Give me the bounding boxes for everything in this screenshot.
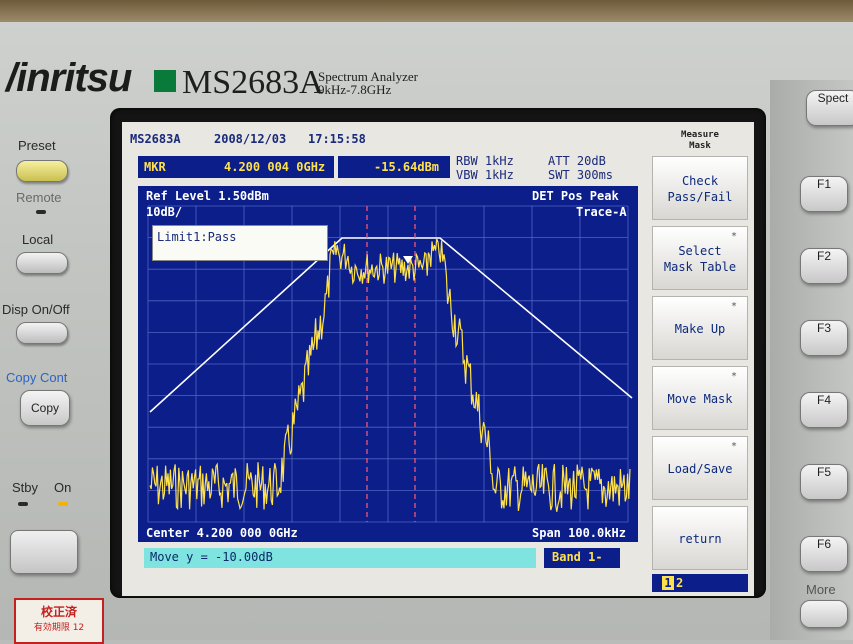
softkey-label-line1: return bbox=[678, 532, 722, 546]
limit-status-box: Limit1:Pass bbox=[152, 225, 328, 261]
att-setting: ATT 20dB bbox=[548, 154, 606, 168]
f1-key[interactable]: F1 bbox=[800, 176, 848, 212]
softkey-star: * bbox=[730, 371, 737, 382]
softkey-title-line2: Mask bbox=[689, 141, 711, 151]
stby-label: Stby bbox=[12, 480, 39, 495]
f5-key[interactable]: F5 bbox=[800, 464, 848, 500]
softkey-label-line1: Select bbox=[678, 244, 722, 258]
softkey-move-mask[interactable]: * Move Mask bbox=[652, 366, 748, 430]
disp-onoff-label: Disp On/Off bbox=[2, 302, 70, 317]
softkey-star: * bbox=[730, 231, 737, 242]
remote-led bbox=[36, 210, 46, 214]
on-label: On bbox=[54, 480, 72, 495]
more-label: More bbox=[806, 582, 836, 597]
disp-onoff-button[interactable] bbox=[16, 322, 68, 344]
center-frequency: Center 4.200 000 0GHz bbox=[146, 526, 298, 540]
f3-key[interactable]: F3 bbox=[800, 320, 848, 356]
ref-level: Ref Level 1.50dBm bbox=[146, 189, 269, 203]
brand-mark bbox=[154, 70, 176, 92]
calibration-sticker: 校正済 有効期限 12 bbox=[14, 598, 104, 644]
on-led bbox=[58, 502, 68, 506]
spectrum-trace bbox=[149, 238, 631, 512]
local-button[interactable] bbox=[16, 252, 68, 274]
detector-mode: DET Pos Peak bbox=[532, 189, 619, 203]
band-indicator: Band 1- bbox=[544, 548, 620, 568]
model-subtitle: Spectrum Analyzer 9kHz-7.8GHz bbox=[318, 70, 418, 96]
model-label: MS2683A bbox=[182, 64, 324, 101]
copy-cont-label: Copy Cont bbox=[6, 370, 68, 385]
more-key[interactable] bbox=[800, 600, 848, 628]
span-value: Span 100.0kHz bbox=[532, 526, 626, 540]
message-text: Move y = -10.00dB bbox=[150, 550, 273, 564]
preset-button[interactable] bbox=[16, 160, 68, 182]
limit-status: Limit1:Pass bbox=[157, 230, 237, 244]
local-label: Local bbox=[22, 232, 54, 247]
screen-time: 17:15:58 bbox=[308, 132, 366, 146]
marker-level: -15.64dBm bbox=[374, 160, 440, 174]
softkey-title-line1: Measure bbox=[681, 130, 719, 140]
screen-model: MS2683A bbox=[130, 132, 181, 146]
f6-key[interactable]: F6 bbox=[800, 536, 848, 572]
marker-frequency: 4.200 004 0GHz bbox=[224, 160, 326, 174]
f4-key[interactable]: F4 bbox=[800, 392, 848, 428]
sticker-line1: 校正済 bbox=[40, 605, 77, 619]
message-bar: Move y = -10.00dB bbox=[144, 548, 536, 568]
page-other: 2 bbox=[676, 576, 684, 590]
remote-label: Remote bbox=[16, 190, 62, 205]
vbw-setting: VBW 1kHz bbox=[456, 168, 514, 182]
band-text: Band 1- bbox=[552, 550, 603, 564]
softkey-label-line1: Load/Save bbox=[667, 462, 733, 476]
subtitle-line2: 9kHz-7.8GHz bbox=[318, 82, 392, 97]
trace-label: Trace-A bbox=[576, 205, 627, 219]
softkey-make-up[interactable]: * Make Up bbox=[652, 296, 748, 360]
preset-label: Preset bbox=[18, 138, 56, 153]
softkey-label-line2: Mask Table bbox=[663, 260, 737, 274]
softkey-star: * bbox=[730, 301, 737, 312]
softkey-page-indicator[interactable]: 1 2 bbox=[652, 574, 748, 592]
softkey-check-pass-fail[interactable]: Check Pass/Fail bbox=[652, 156, 748, 220]
page-current: 1 bbox=[662, 576, 674, 590]
copy-button[interactable]: Copy bbox=[20, 390, 70, 426]
softkey-star: * bbox=[730, 441, 737, 452]
screen-date: 2008/12/03 bbox=[214, 132, 287, 146]
softkey-label-line1: Move Mask bbox=[667, 392, 733, 406]
background-strip bbox=[0, 0, 853, 22]
spect-button[interactable]: Spect bbox=[806, 90, 853, 126]
power-button[interactable] bbox=[10, 530, 78, 574]
brand-logo: /inritsu bbox=[6, 56, 132, 100]
swt-setting: SWT 300ms bbox=[548, 168, 614, 182]
softkey-label-line1: Make Up bbox=[674, 322, 726, 336]
sticker-line2: 有効期限 12 bbox=[33, 623, 85, 633]
softkey-label-line1: Check bbox=[681, 174, 719, 188]
marker-label: MKR bbox=[144, 160, 166, 174]
softkey-return[interactable]: return bbox=[652, 506, 748, 570]
f2-key[interactable]: F2 bbox=[800, 248, 848, 284]
scale-div: 10dB/ bbox=[146, 205, 183, 219]
rbw-setting: RBW 1kHz bbox=[456, 154, 514, 168]
softkey-menu-title: Measure Mask bbox=[650, 126, 750, 154]
softkey-label-line2: Pass/Fail bbox=[667, 190, 733, 204]
softkey-load-save[interactable]: * Load/Save bbox=[652, 436, 748, 500]
softkey-select-mask-table[interactable]: * Select Mask Table bbox=[652, 226, 748, 290]
stby-led bbox=[18, 502, 28, 506]
